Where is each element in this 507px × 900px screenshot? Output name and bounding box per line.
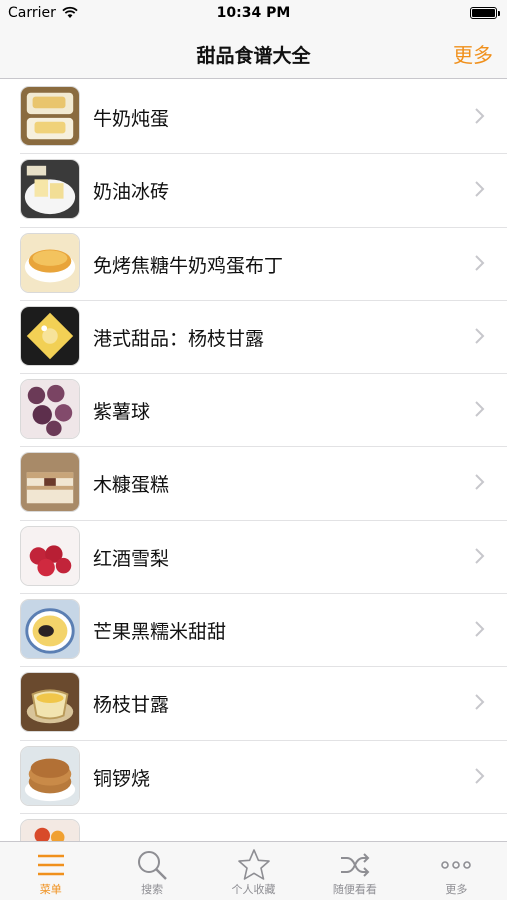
tab-label: 菜单	[39, 883, 62, 896]
chevron-right-icon	[475, 254, 485, 271]
list-item[interactable]: 牛奶炖蛋	[0, 80, 507, 155]
chevron-right-icon	[475, 401, 485, 417]
shuffle-icon	[340, 853, 370, 877]
list-item[interactable]	[0, 813, 507, 841]
tab-search[interactable]: 搜索	[101, 842, 202, 900]
recipe-thumbnail	[20, 818, 80, 841]
recipe-title: 芒果黑糯米甜甜	[93, 621, 227, 644]
list-item[interactable]: 红酒雪梨	[0, 520, 507, 595]
recipe-thumbnail	[20, 86, 80, 146]
tab-more[interactable]: 更多	[406, 842, 507, 900]
list-item[interactable]: 杨枝甘露	[0, 666, 507, 741]
recipe-thumbnail	[20, 599, 80, 660]
recipe-title: 牛奶炖蛋	[93, 108, 170, 130]
chevron-right-icon	[475, 181, 485, 198]
tab-favorites[interactable]: 个人收藏	[203, 842, 304, 900]
list-item[interactable]: 奶油冰砖	[0, 153, 507, 228]
recipe-title: 奶油冰砖	[93, 181, 170, 204]
chevron-right-icon	[475, 108, 485, 124]
list-item[interactable]: 紫薯球	[0, 373, 507, 448]
menu-icon	[37, 854, 64, 876]
recipe-thumbnail	[20, 305, 80, 366]
recipe-title: 港式甜品：杨枝甘露	[93, 327, 265, 350]
navigation-bar: 甜品食谱大全 更多	[0, 28, 507, 79]
recipe-thumbnail	[20, 379, 80, 440]
recipe-title: 红酒雪梨	[93, 547, 170, 570]
chevron-right-icon	[475, 767, 485, 784]
list-item[interactable]: 免烤焦糖牛奶鸡蛋布丁	[0, 227, 507, 301]
tab-label: 随便看看	[332, 883, 377, 896]
tab-menu[interactable]: 菜单	[0, 842, 101, 900]
list-item[interactable]: 芒果黑糯米甜甜	[0, 593, 507, 668]
recipe-title: 木糠蛋糕	[93, 474, 170, 497]
recipe-title: 紫薯球	[93, 401, 151, 424]
list-item[interactable]: 港式甜品：杨枝甘露	[0, 300, 507, 375]
page-title: 甜品食谱大全	[196, 45, 311, 67]
tab-random[interactable]: 随便看看	[304, 842, 405, 900]
recipe-thumbnail	[20, 672, 80, 733]
chevron-right-icon	[475, 328, 485, 344]
recipe-list[interactable]: 牛奶炖蛋 奶油冰砖 免烤焦糖牛奶鸡蛋布丁 港式甜品：杨枝甘露 紫薯球 木糠蛋糕 …	[0, 80, 507, 841]
status-bar: Carrier 10:34 PM	[0, 0, 507, 28]
battery-icon	[470, 7, 500, 19]
more-icon	[441, 861, 472, 869]
tab-bar: 菜单 搜索 个人收藏 随便看看 更多	[0, 841, 507, 900]
chevron-right-icon	[475, 694, 485, 711]
list-item[interactable]: 木糠蛋糕	[0, 446, 507, 521]
star-icon	[237, 849, 270, 880]
recipe-title: 免烤焦糖牛奶鸡蛋布丁	[93, 254, 284, 277]
recipe-thumbnail	[20, 452, 80, 513]
recipe-thumbnail	[20, 232, 80, 293]
recipe-thumbnail	[20, 745, 80, 806]
recipe-title: 杨枝甘露	[93, 694, 170, 717]
recipe-thumbnail	[20, 525, 80, 586]
tab-label: 更多	[445, 883, 468, 896]
tab-label: 个人收藏	[231, 883, 276, 896]
recipe-thumbnail	[20, 159, 80, 220]
tab-label: 搜索	[141, 883, 164, 896]
chevron-right-icon	[475, 474, 485, 491]
clock: 10:34 PM	[216, 5, 291, 21]
chevron-right-icon	[475, 621, 485, 637]
search-icon	[138, 851, 167, 880]
recipe-title: 铜锣烧	[93, 767, 151, 790]
list-item[interactable]: 铜锣烧	[0, 740, 507, 814]
chevron-right-icon	[475, 548, 485, 564]
more-button[interactable]: 更多	[453, 39, 493, 68]
